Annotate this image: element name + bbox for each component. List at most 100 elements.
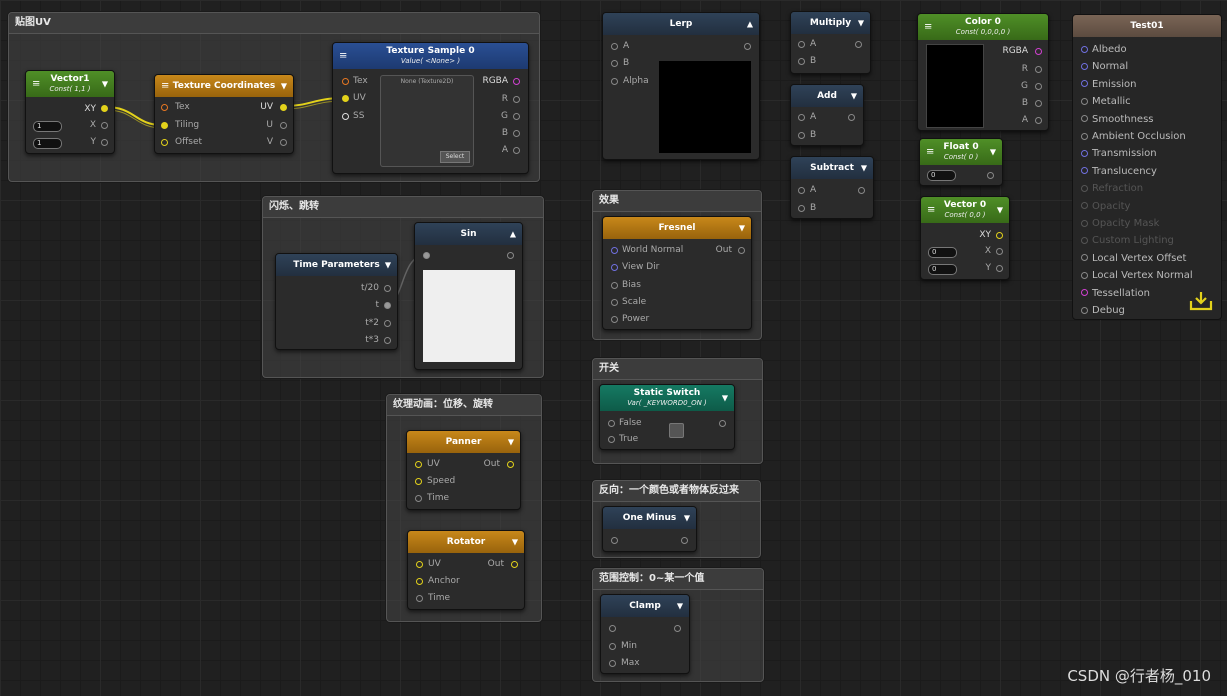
node-header[interactable]: Sin ▲: [415, 223, 522, 245]
node-time-parameters[interactable]: Time Parameters ▼ t/20 t t*2 t*3: [275, 253, 398, 350]
output-input-row[interactable]: Ambient Occlusion: [1081, 128, 1186, 145]
texture-preview[interactable]: None (Texture2D) Select: [380, 75, 474, 167]
output-pin-out[interactable]: [855, 41, 862, 48]
input-pin-time[interactable]: [416, 595, 423, 602]
input-pin-b[interactable]: [611, 60, 618, 67]
dropdown-arrow-icon[interactable]: ▼: [851, 92, 857, 101]
output-input-row[interactable]: Custom Lighting: [1081, 232, 1174, 249]
node-header[interactable]: ≡ Texture Sample 0 Value( <None> ): [333, 43, 528, 69]
output-pin-out[interactable]: [511, 561, 518, 568]
input-pin-uv[interactable]: [416, 561, 423, 568]
output-input-row[interactable]: Metallic: [1081, 93, 1131, 110]
y-field[interactable]: 0: [928, 264, 957, 275]
output-pin-x[interactable]: [101, 122, 108, 129]
menu-icon[interactable]: ≡: [924, 22, 932, 33]
node-header[interactable]: Test01: [1073, 15, 1221, 37]
input-pin-b[interactable]: [798, 205, 805, 212]
output-input-row[interactable]: Local Vertex Offset: [1081, 250, 1186, 267]
output-pin-out[interactable]: [681, 537, 688, 544]
input-pin-max[interactable]: [609, 660, 616, 667]
input-pin-in[interactable]: [423, 252, 430, 259]
node-header[interactable]: ≡ Vector1 Const( 1,1 ) ▼: [26, 71, 114, 97]
dropdown-arrow-icon[interactable]: ▼: [990, 148, 996, 157]
dropdown-arrow-icon[interactable]: ▼: [102, 80, 108, 89]
output-pin-v[interactable]: [280, 139, 287, 146]
input-pin-offset[interactable]: [161, 139, 168, 146]
node-panner[interactable]: Panner ▼ UV Out Speed Time: [406, 430, 521, 510]
input-pin-ss[interactable]: [342, 113, 349, 120]
input-pin[interactable]: [1081, 254, 1088, 262]
input-pin-a[interactable]: [798, 114, 805, 121]
node-header[interactable]: One Minus ▼: [603, 507, 696, 529]
node-clamp[interactable]: Clamp ▼ Min Max: [600, 594, 690, 674]
input-pin[interactable]: [1081, 149, 1088, 157]
input-pin[interactable]: [1081, 219, 1088, 227]
dropdown-arrow-icon[interactable]: ▼: [722, 394, 728, 403]
output-input-row[interactable]: Normal: [1081, 58, 1128, 75]
input-pin-uv[interactable]: [415, 461, 422, 468]
output-pin-a[interactable]: [1035, 117, 1042, 124]
input-pin-false[interactable]: [608, 420, 615, 427]
node-one-minus[interactable]: One Minus ▼: [602, 506, 697, 552]
node-texture-coordinates[interactable]: ≡ Texture Coordinates ▼ Tex Tiling Offse…: [154, 74, 294, 154]
output-pin-out[interactable]: [507, 252, 514, 259]
output-pin-xy[interactable]: [996, 232, 1003, 239]
output-pin-t[interactable]: [384, 302, 391, 309]
y-field[interactable]: 1: [33, 138, 62, 149]
input-pin-true[interactable]: [608, 436, 615, 443]
output-input-row[interactable]: Albedo: [1081, 41, 1127, 58]
node-header[interactable]: Subtract ▼: [791, 157, 873, 179]
output-pin-g[interactable]: [513, 113, 520, 120]
input-pin-a[interactable]: [798, 41, 805, 48]
input-pin-view-dir[interactable]: [611, 264, 618, 271]
node-static-switch[interactable]: Static Switch Var( _KEYWORD0_ON ) ▼ Fals…: [599, 384, 735, 450]
input-pin[interactable]: [1081, 97, 1088, 105]
output-input-row[interactable]: Transmission: [1081, 145, 1157, 162]
menu-icon[interactable]: ≡: [32, 79, 40, 90]
input-pin-anchor[interactable]: [416, 578, 423, 585]
output-pin-uv[interactable]: [280, 104, 287, 111]
output-input-row[interactable]: Opacity: [1081, 198, 1130, 215]
node-header[interactable]: Lerp ▲: [603, 13, 759, 35]
output-pin-out[interactable]: [719, 420, 726, 427]
keyword-toggle-checkbox[interactable]: [669, 423, 684, 438]
output-pin-out[interactable]: [987, 172, 994, 179]
node-header[interactable]: ≡ Texture Coordinates ▼: [155, 75, 293, 97]
input-pin-b[interactable]: [798, 132, 805, 139]
node-subtract[interactable]: Subtract ▼ A B: [790, 156, 874, 219]
input-pin-in[interactable]: [609, 625, 616, 632]
output-input-row[interactable]: Tessellation: [1081, 285, 1150, 302]
input-pin-time[interactable]: [415, 495, 422, 502]
input-pin-a[interactable]: [798, 187, 805, 194]
input-pin[interactable]: [1081, 80, 1088, 88]
dropdown-arrow-icon[interactable]: ▼: [684, 514, 690, 523]
node-header[interactable]: ≡ Color 0 Const( 0,0,0,0 ): [918, 14, 1048, 40]
input-pin-a[interactable]: [611, 43, 618, 50]
dropdown-arrow-icon[interactable]: ▼: [861, 164, 867, 173]
input-pin-uv[interactable]: [342, 95, 349, 102]
input-pin[interactable]: [1081, 306, 1088, 314]
input-pin-alpha[interactable]: [611, 78, 618, 85]
input-pin-tex[interactable]: [342, 78, 349, 85]
node-header[interactable]: Clamp ▼: [601, 595, 689, 617]
output-pin-g[interactable]: [1035, 83, 1042, 90]
value-field[interactable]: 0: [927, 170, 956, 181]
input-pin[interactable]: [1081, 289, 1088, 297]
output-pin-r[interactable]: [513, 96, 520, 103]
input-pin-speed[interactable]: [415, 478, 422, 485]
input-pin-in[interactable]: [611, 537, 618, 544]
input-pin[interactable]: [1081, 45, 1088, 53]
select-button[interactable]: Select: [440, 151, 470, 163]
output-pin-t2[interactable]: [384, 320, 391, 327]
collapse-arrow-icon[interactable]: ▲: [510, 230, 516, 239]
input-pin[interactable]: [1081, 167, 1088, 175]
input-pin-world-normal[interactable]: [611, 247, 618, 254]
node-fresnel[interactable]: Fresnel ▼ World Normal Out View Dir Bias…: [602, 216, 752, 330]
output-pin-a[interactable]: [513, 147, 520, 154]
x-field[interactable]: 1: [33, 121, 62, 132]
input-pin[interactable]: [1081, 115, 1088, 123]
output-pin-y[interactable]: [996, 265, 1003, 272]
node-sin[interactable]: Sin ▲: [414, 222, 523, 370]
output-pin-out[interactable]: [848, 114, 855, 121]
output-pin-out[interactable]: [858, 187, 865, 194]
